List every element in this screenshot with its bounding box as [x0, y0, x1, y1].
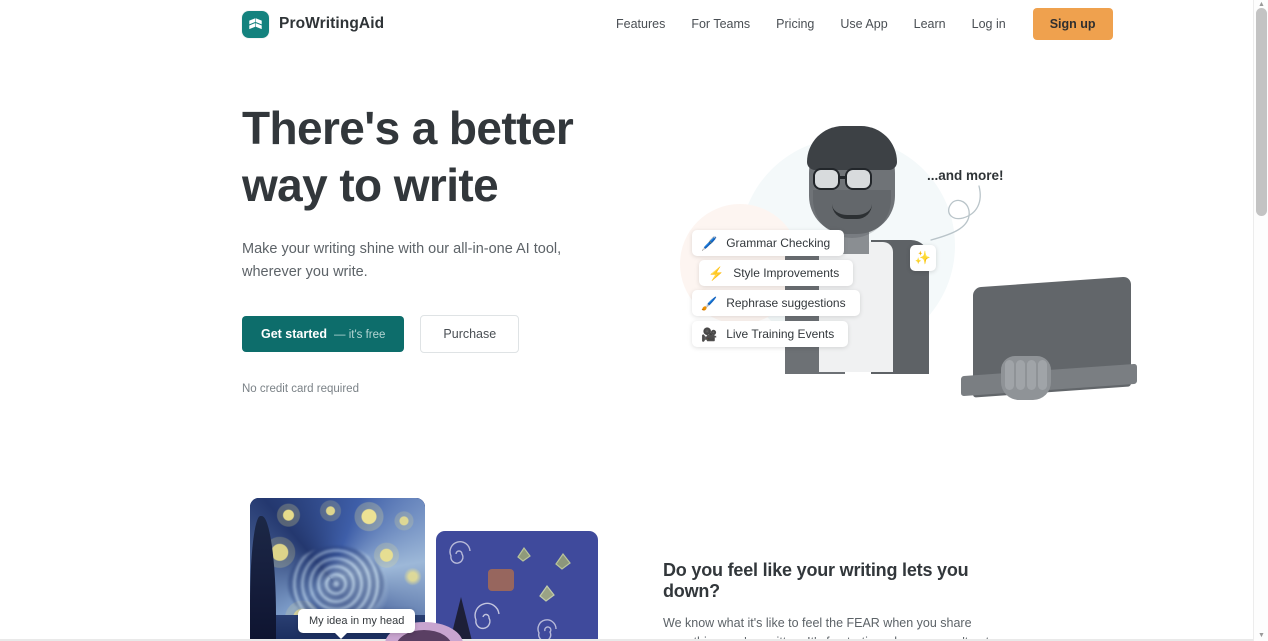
section-copy: Do you feel like your writing lets you d… [663, 560, 1011, 641]
feature-badge-live-training-events: 🎥 Live Training Events [692, 321, 849, 347]
hero-actions: Get started — it's free Purchase [242, 315, 622, 353]
feature-badge-label: Rephrase suggestions [726, 296, 846, 310]
main-navigation: Features For Teams Pricing Use App Learn… [603, 8, 1113, 40]
nav-link-for-teams[interactable]: For Teams [678, 11, 763, 37]
feature-badge-label: Style Improvements [733, 266, 840, 280]
get-started-note: — it's free [334, 329, 386, 341]
brand-logo[interactable]: ProWritingAid [242, 10, 385, 38]
idea-illustration: My idea in my head [250, 498, 598, 641]
brand-name: ProWritingAid [279, 15, 385, 32]
childlike-drawing-card [436, 531, 598, 641]
kid-spiral-doodle [449, 540, 471, 564]
nav-link-pricing[interactable]: Pricing [763, 11, 827, 37]
feature-badge-style-improvements: ⚡ Style Improvements [699, 260, 854, 286]
kid-star-doodle [555, 552, 571, 570]
no-credit-card-note: No credit card required [242, 383, 359, 395]
hand-finger [1005, 360, 1014, 390]
feature-badge-label: Grammar Checking [726, 236, 831, 250]
nav-link-log-in[interactable]: Log in [959, 11, 1019, 37]
book-logo-icon [242, 10, 269, 38]
kid-star-doodle [517, 546, 531, 562]
scroll-down-arrow[interactable]: ▼ [1257, 632, 1266, 640]
hero-title-line-2: way to write [242, 159, 499, 211]
page-title: There's a better way to write [242, 100, 622, 214]
hand-finger [1038, 360, 1047, 390]
section-body: We know what it's like to feel the FEAR … [663, 616, 989, 641]
glasses-bridge [840, 176, 845, 179]
get-started-label: Get started [261, 327, 327, 341]
hero-title-line-1: There's a better [242, 102, 574, 154]
sign-up-button[interactable]: Sign up [1032, 8, 1113, 40]
kid-blob-doodle [488, 569, 514, 591]
section-title: Do you feel like your writing lets you d… [663, 560, 969, 601]
feature-badge-rephrase-suggestions: 🖌️ Rephrase suggestions [692, 290, 860, 316]
nav-link-learn[interactable]: Learn [901, 11, 959, 37]
glasses-right-lens [845, 168, 872, 190]
rocket-icon: 🖊️ [701, 235, 718, 251]
hand-finger [1027, 360, 1036, 390]
idea-tooltip: My idea in my head [298, 609, 416, 639]
hero-illustration: 🖊️ Grammar Checking ⚡ Style Improvements… [662, 108, 1137, 400]
kid-star-doodle [539, 584, 555, 602]
person-hand [1001, 356, 1051, 400]
hero-copy: There's a better way to write Make your … [242, 100, 622, 395]
nav-link-features[interactable]: Features [603, 11, 678, 37]
page-scrollbar[interactable]: ▲ ▼ [1253, 0, 1268, 641]
site-header: ProWritingAid Features For Teams Pricing… [0, 0, 1253, 48]
feature-badge-grammar-checking: 🖊️ Grammar Checking [692, 230, 845, 256]
glasses-left-lens [813, 168, 840, 190]
sparkle-icon: ✨ [910, 245, 936, 271]
paintbrush-icon: 🖌️ [701, 295, 718, 311]
hero-subtitle: Make your writing shine with our all-in-… [242, 241, 562, 280]
lightning-icon: ⚡ [708, 265, 725, 281]
purchase-button[interactable]: Purchase [420, 315, 520, 353]
page-root: ProWritingAid Features For Teams Pricing… [0, 0, 1268, 641]
video-camera-icon: 🎥 [701, 326, 718, 342]
hand-finger [1016, 360, 1025, 390]
person-hair [807, 126, 897, 170]
and-more-label: ...and more! [927, 168, 1004, 183]
kid-spiral-doodle [537, 619, 557, 641]
get-started-button[interactable]: Get started — it's free [242, 316, 405, 352]
nav-link-use-app[interactable]: Use App [827, 11, 900, 37]
scrollbar-thumb[interactable] [1256, 8, 1267, 216]
feature-badge-label: Live Training Events [726, 327, 835, 341]
kid-spiral-doodle [474, 602, 500, 630]
